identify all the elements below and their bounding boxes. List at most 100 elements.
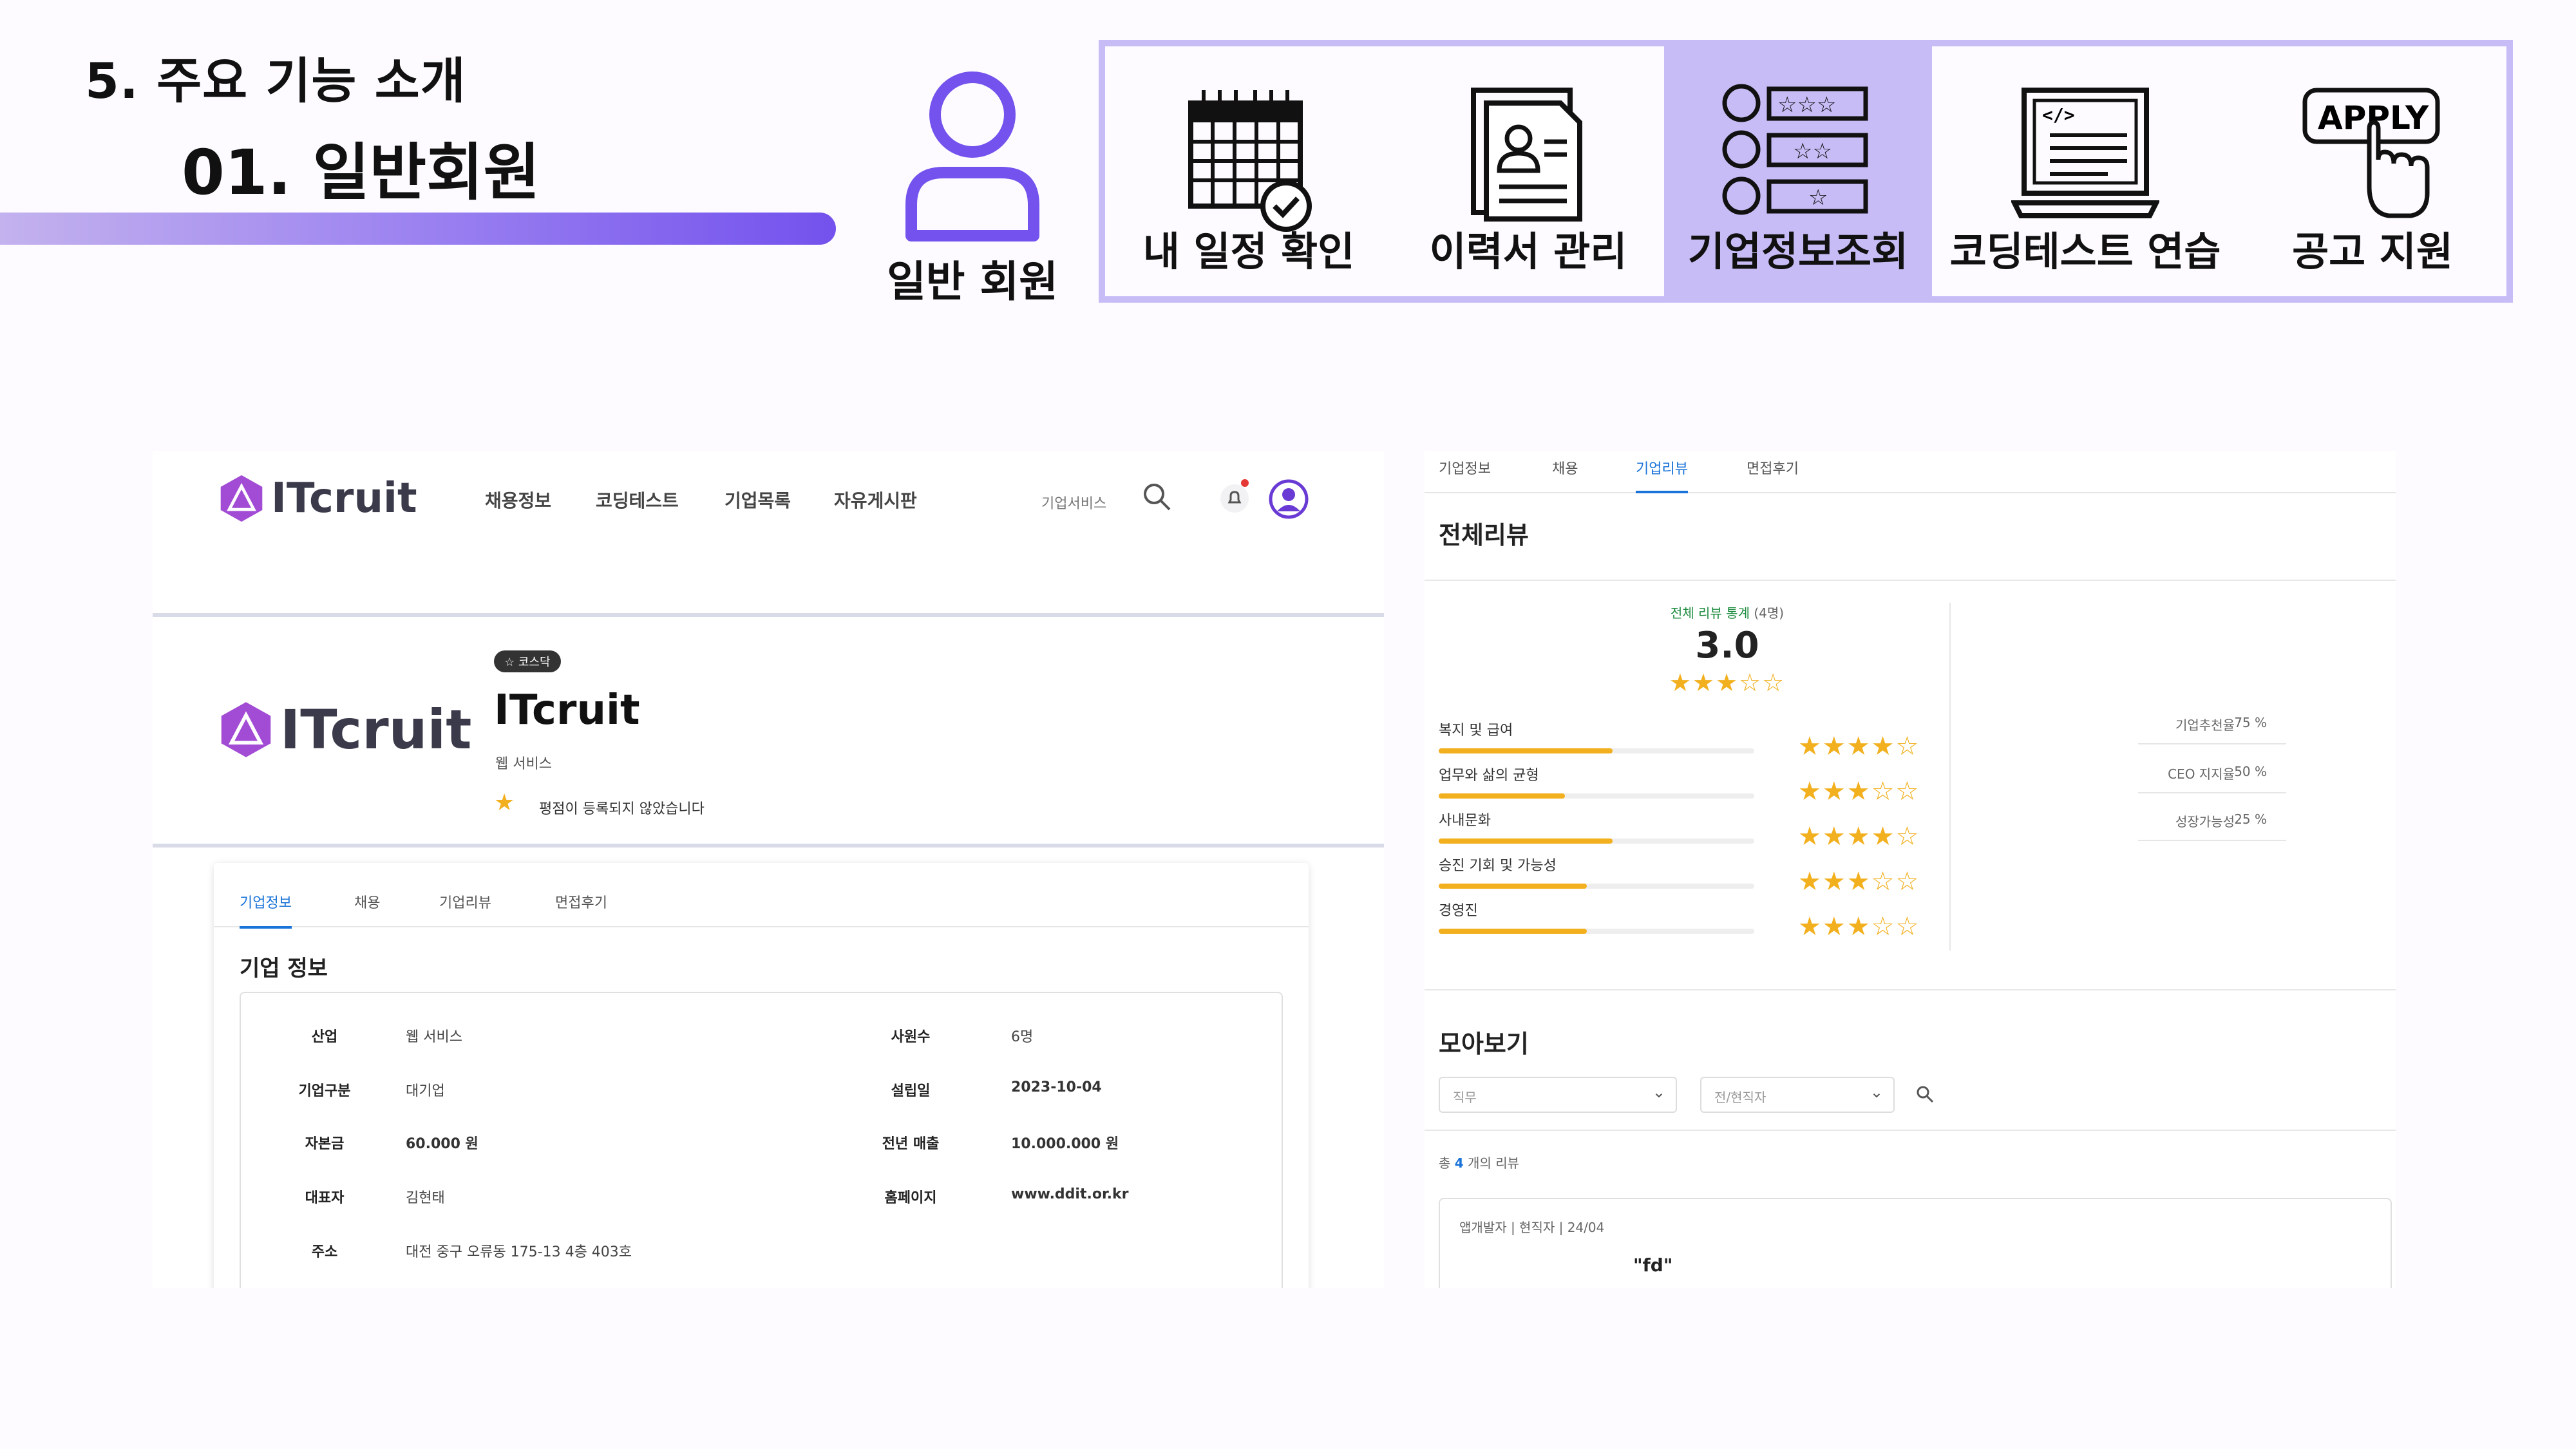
nav-coding-test[interactable]: 코딩테스트 bbox=[596, 487, 679, 513]
nav-companies[interactable]: 기업목록 bbox=[724, 487, 791, 513]
review-stat-label: 전체 리뷰 통계 (4명) bbox=[1670, 605, 1785, 621]
info-value: 대기업 bbox=[406, 1083, 445, 1099]
percentage-row: 성장가능성 25 % bbox=[2138, 802, 2286, 841]
info-label: 대표자 bbox=[305, 1190, 345, 1206]
company-rating-icon: ☆☆☆☆☆☆ bbox=[1722, 84, 1868, 215]
status-filter-select[interactable]: 전/현직자 ⌄ bbox=[1700, 1077, 1895, 1113]
category-bar bbox=[1439, 748, 1754, 753]
divider bbox=[1425, 989, 2396, 990]
info-label: 산업 bbox=[311, 1029, 338, 1045]
logo-mark-icon bbox=[221, 702, 271, 757]
search-icon[interactable] bbox=[1142, 482, 1171, 511]
category-label: 업무와 삶의 균형 bbox=[1439, 768, 1539, 784]
bell-icon[interactable] bbox=[1215, 477, 1254, 515]
company-name: ITcruit bbox=[494, 687, 640, 734]
card-title: 기업 정보 bbox=[240, 956, 328, 981]
tab-interviews[interactable]: 면접후기 bbox=[1747, 457, 1799, 491]
feature-menu: 내 일정 확인 이력서 관리 ☆☆☆ ☆☆ ☆ 기업정보조회 </> 코딩테스트… bbox=[1099, 40, 2513, 303]
tab-reviews[interactable]: 기업리뷰 bbox=[439, 891, 491, 926]
svg-text:☆☆: ☆☆ bbox=[1793, 138, 1832, 164]
accent-bar bbox=[0, 213, 836, 245]
nav-board[interactable]: 자유게시판 bbox=[834, 487, 917, 513]
info-label: 기업구분 bbox=[298, 1083, 351, 1099]
feature-label: 기업정보조회 bbox=[1687, 228, 1909, 275]
feature-label: 내 일정 확인 bbox=[1142, 228, 1355, 275]
chevron-down-icon: ⌄ bbox=[1870, 1083, 1883, 1101]
category-stars: ★★★☆☆ bbox=[1798, 777, 1920, 806]
divider bbox=[1425, 1130, 2396, 1131]
percentage-row: 기업추천율 75 % bbox=[2138, 706, 2286, 744]
info-value: 10.000.000 원 bbox=[1011, 1136, 1119, 1152]
info-label: 전년 매출 bbox=[882, 1136, 940, 1152]
category-stars: ★★★★☆ bbox=[1798, 822, 1920, 851]
tab-company-info[interactable]: 기업정보 bbox=[240, 891, 292, 929]
logo-mark-icon bbox=[220, 475, 263, 522]
category-bar bbox=[1439, 838, 1754, 844]
feature-schedule[interactable]: 내 일정 확인 bbox=[1105, 46, 1392, 296]
category-stars: ★★★☆☆ bbox=[1798, 912, 1920, 942]
nav-company-service[interactable]: 기업서비스 bbox=[1041, 492, 1106, 513]
feature-coding-test[interactable]: </> 코딩테스트 연습 bbox=[1932, 46, 2239, 296]
category-bar bbox=[1439, 884, 1754, 889]
feature-resume[interactable]: 이력서 관리 bbox=[1392, 46, 1664, 296]
calendar-check-icon bbox=[1188, 90, 1312, 232]
tab-company-info[interactable]: 기업정보 bbox=[1439, 457, 1491, 491]
category-stars: ★★★☆☆ bbox=[1798, 867, 1920, 896]
user-icon bbox=[905, 71, 1039, 242]
apply-click-icon: APPLY bbox=[2302, 88, 2440, 218]
info-label: 사원수 bbox=[891, 1029, 931, 1045]
info-label: 홈페이지 bbox=[884, 1190, 937, 1206]
info-value: 2023-10-04 bbox=[1011, 1079, 1102, 1095]
review-page-screenshot: 기업정보 채용 기업리뷰 면접후기 전체리뷰 전체 리뷰 통계 (4명) 3.0… bbox=[1425, 451, 2396, 1288]
company-info-table: 산업 웹 서비스 사원수 6명 기업구분 대기업 설립일 2023-10-04 … bbox=[240, 992, 1283, 1288]
member-title: 01. 일반회원 bbox=[182, 137, 540, 209]
info-value: 김현태 bbox=[406, 1190, 445, 1206]
svg-text:</>: </> bbox=[2042, 104, 2075, 126]
category-label: 경영진 bbox=[1439, 903, 1478, 919]
review-card[interactable]: 앱개발자 | 현직자 | 24/04 "fd" bbox=[1439, 1198, 2392, 1288]
category-label: 사내문화 bbox=[1439, 813, 1491, 829]
category-bar bbox=[1439, 929, 1754, 934]
tab-jobs[interactable]: 채용 bbox=[1552, 457, 1578, 491]
feature-company-info[interactable]: ☆☆☆ ☆☆ ☆ 기업정보조회 bbox=[1664, 46, 1932, 296]
divider bbox=[1949, 603, 1951, 951]
review-quote: "fd" bbox=[1633, 1255, 1673, 1276]
info-value: 웹 서비스 bbox=[406, 1029, 462, 1045]
top-nav: ITcruit 채용정보 코딩테스트 기업목록 자유게시판 기업서비스 bbox=[153, 451, 1384, 617]
logo[interactable]: ITcruit bbox=[217, 474, 417, 523]
category-label: 복지 및 급여 bbox=[1439, 723, 1513, 739]
category-bar bbox=[1439, 793, 1754, 799]
profile-icon[interactable] bbox=[1269, 479, 1309, 519]
tab-jobs[interactable]: 채용 bbox=[354, 891, 380, 926]
company-info-card: 기업정보 채용 기업리뷰 면접후기 기업 정보 산업 웹 서비스 사원수 6명 … bbox=[214, 863, 1309, 1288]
company-category: 웹 서비스 bbox=[495, 756, 552, 772]
search-icon[interactable] bbox=[1915, 1084, 1935, 1104]
divider bbox=[1425, 580, 2396, 581]
job-filter-select[interactable]: 직무 ⌄ bbox=[1439, 1077, 1677, 1113]
market-badge: ☆ 코스닥 bbox=[494, 650, 561, 672]
percentage-row: CEO 지지율 50 % bbox=[2138, 755, 2286, 793]
category-stars: ★★★★☆ bbox=[1798, 732, 1920, 761]
svg-text:☆☆☆: ☆☆☆ bbox=[1777, 92, 1836, 118]
code-laptop-icon: </> bbox=[2011, 88, 2159, 218]
tab-reviews[interactable]: 기업리뷰 bbox=[1636, 457, 1688, 493]
tab-interviews[interactable]: 면접후기 bbox=[555, 891, 607, 926]
company-rating-text: 평점이 등록되지 않았습니다 bbox=[539, 801, 705, 817]
gallery-title: 모아보기 bbox=[1439, 1030, 1529, 1058]
info-value: 6명 bbox=[1011, 1029, 1034, 1045]
info-value: 60.000 원 bbox=[406, 1136, 478, 1152]
company-page-screenshot: ITcruit 채용정보 코딩테스트 기업목록 자유게시판 기업서비스 ITcr… bbox=[153, 451, 1384, 1288]
homepage-link[interactable]: www.ddit.or.kr bbox=[1011, 1186, 1129, 1202]
chevron-down-icon: ⌄ bbox=[1652, 1083, 1665, 1101]
svg-text:☆: ☆ bbox=[1808, 185, 1828, 211]
rating-stars: ★★★☆☆ bbox=[1669, 668, 1786, 697]
company-logo: ITcruit bbox=[217, 698, 471, 761]
feature-label: 공고 지원 bbox=[2292, 228, 2453, 275]
feature-apply[interactable]: APPLY 공고 지원 bbox=[2239, 46, 2506, 296]
review-score: 3.0 bbox=[1695, 625, 1759, 667]
category-label: 승진 기회 및 가능성 bbox=[1439, 858, 1557, 874]
review-count: 총 4 개의 리뷰 bbox=[1439, 1155, 1520, 1171]
nav-jobs[interactable]: 채용정보 bbox=[485, 487, 551, 513]
info-label: 자본금 bbox=[305, 1136, 345, 1152]
info-label: 설립일 bbox=[891, 1083, 931, 1099]
